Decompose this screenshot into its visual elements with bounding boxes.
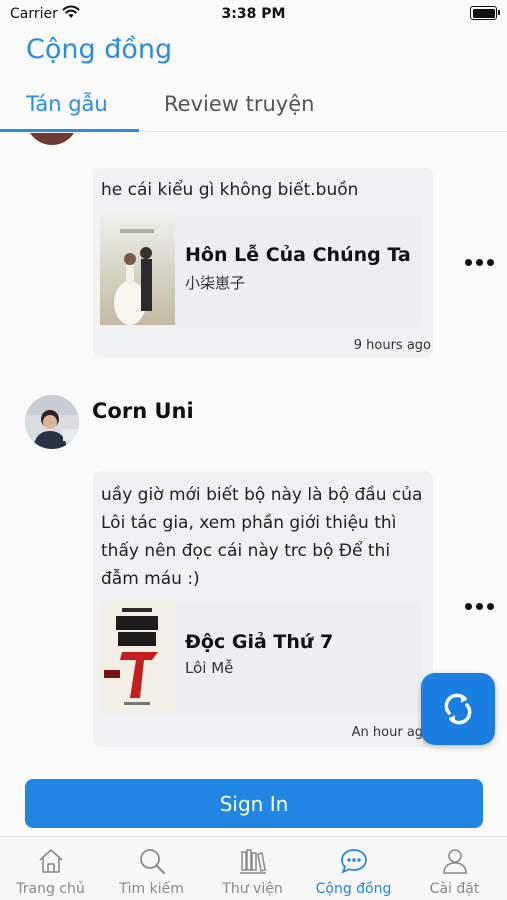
avatar[interactable] bbox=[25, 395, 79, 449]
book-cover bbox=[100, 602, 175, 712]
nav-community[interactable]: Cộng đồng bbox=[303, 837, 404, 900]
chat-icon bbox=[341, 849, 367, 874]
page-title: Cộng đồng bbox=[26, 34, 173, 65]
post-card[interactable]: he cái kiểu gì không biết.buồn Hôn Lễ Củ… bbox=[93, 168, 433, 358]
user-icon bbox=[443, 849, 467, 874]
library-icon bbox=[240, 849, 266, 874]
refresh-button[interactable] bbox=[421, 673, 495, 745]
nav-home[interactable]: Trang chủ bbox=[0, 837, 101, 900]
more-options-icon[interactable] bbox=[465, 603, 495, 611]
book-author: 小柒崽子 bbox=[185, 274, 246, 292]
battery-level bbox=[472, 8, 495, 18]
nav-search[interactable]: Tìm kiếm bbox=[101, 837, 202, 900]
post-timestamp: 9 hours ago bbox=[353, 338, 431, 353]
username[interactable]: Corn Uni bbox=[92, 399, 194, 423]
post-card[interactable]: uầy giờ mới biết bộ này là bộ đầu của Lô… bbox=[93, 471, 433, 747]
nav-label: Thư viện bbox=[222, 881, 283, 897]
nav-label: Tìm kiếm bbox=[119, 881, 184, 897]
refresh-icon bbox=[444, 693, 472, 725]
tab-bar: Tán gẫu Review truyện bbox=[0, 82, 507, 132]
book-title: Hôn Lễ Của Chúng Ta bbox=[185, 244, 411, 266]
book-author: Lôi Mễ bbox=[185, 659, 234, 677]
nav-label: Cộng đồng bbox=[315, 881, 392, 897]
battery-icon bbox=[470, 6, 500, 20]
home-icon bbox=[39, 849, 63, 873]
post-timestamp: An hour ago bbox=[351, 725, 431, 740]
tab-indicator bbox=[0, 129, 139, 132]
nav-label: Cài đặt bbox=[429, 881, 480, 897]
more-options-icon[interactable] bbox=[465, 259, 495, 267]
book-title: Độc Giả Thứ 7 bbox=[185, 631, 334, 653]
nav-library[interactable]: Thư viện bbox=[202, 837, 303, 900]
status-bar: Carrier 3:38 PM bbox=[0, 0, 507, 28]
book-cover bbox=[100, 215, 175, 325]
tab-review[interactable]: Review truyện bbox=[164, 92, 314, 116]
post-text: he cái kiểu gì không biết.buồn bbox=[101, 180, 359, 200]
nav-settings[interactable]: Cài đặt bbox=[404, 837, 505, 900]
book-preview[interactable]: Hôn Lễ Của Chúng Ta 小柒崽子 bbox=[100, 214, 421, 326]
status-time: 3:38 PM bbox=[221, 6, 286, 22]
tab-chat[interactable]: Tán gẫu bbox=[26, 92, 108, 116]
bottom-nav: Trang chủ Tìm kiếm Thư viện Cộng đồng Cà… bbox=[0, 836, 507, 900]
search-icon bbox=[140, 849, 165, 874]
post-text: uầy giờ mới biết bộ này là bộ đầu của Lô… bbox=[101, 485, 423, 589]
book-preview[interactable]: Độc Giả Thứ 7 Lôi Mễ bbox=[100, 601, 421, 713]
sign-in-button[interactable]: Sign In bbox=[25, 779, 483, 828]
avatar[interactable] bbox=[26, 133, 78, 145]
nav-label: Trang chủ bbox=[16, 881, 85, 897]
